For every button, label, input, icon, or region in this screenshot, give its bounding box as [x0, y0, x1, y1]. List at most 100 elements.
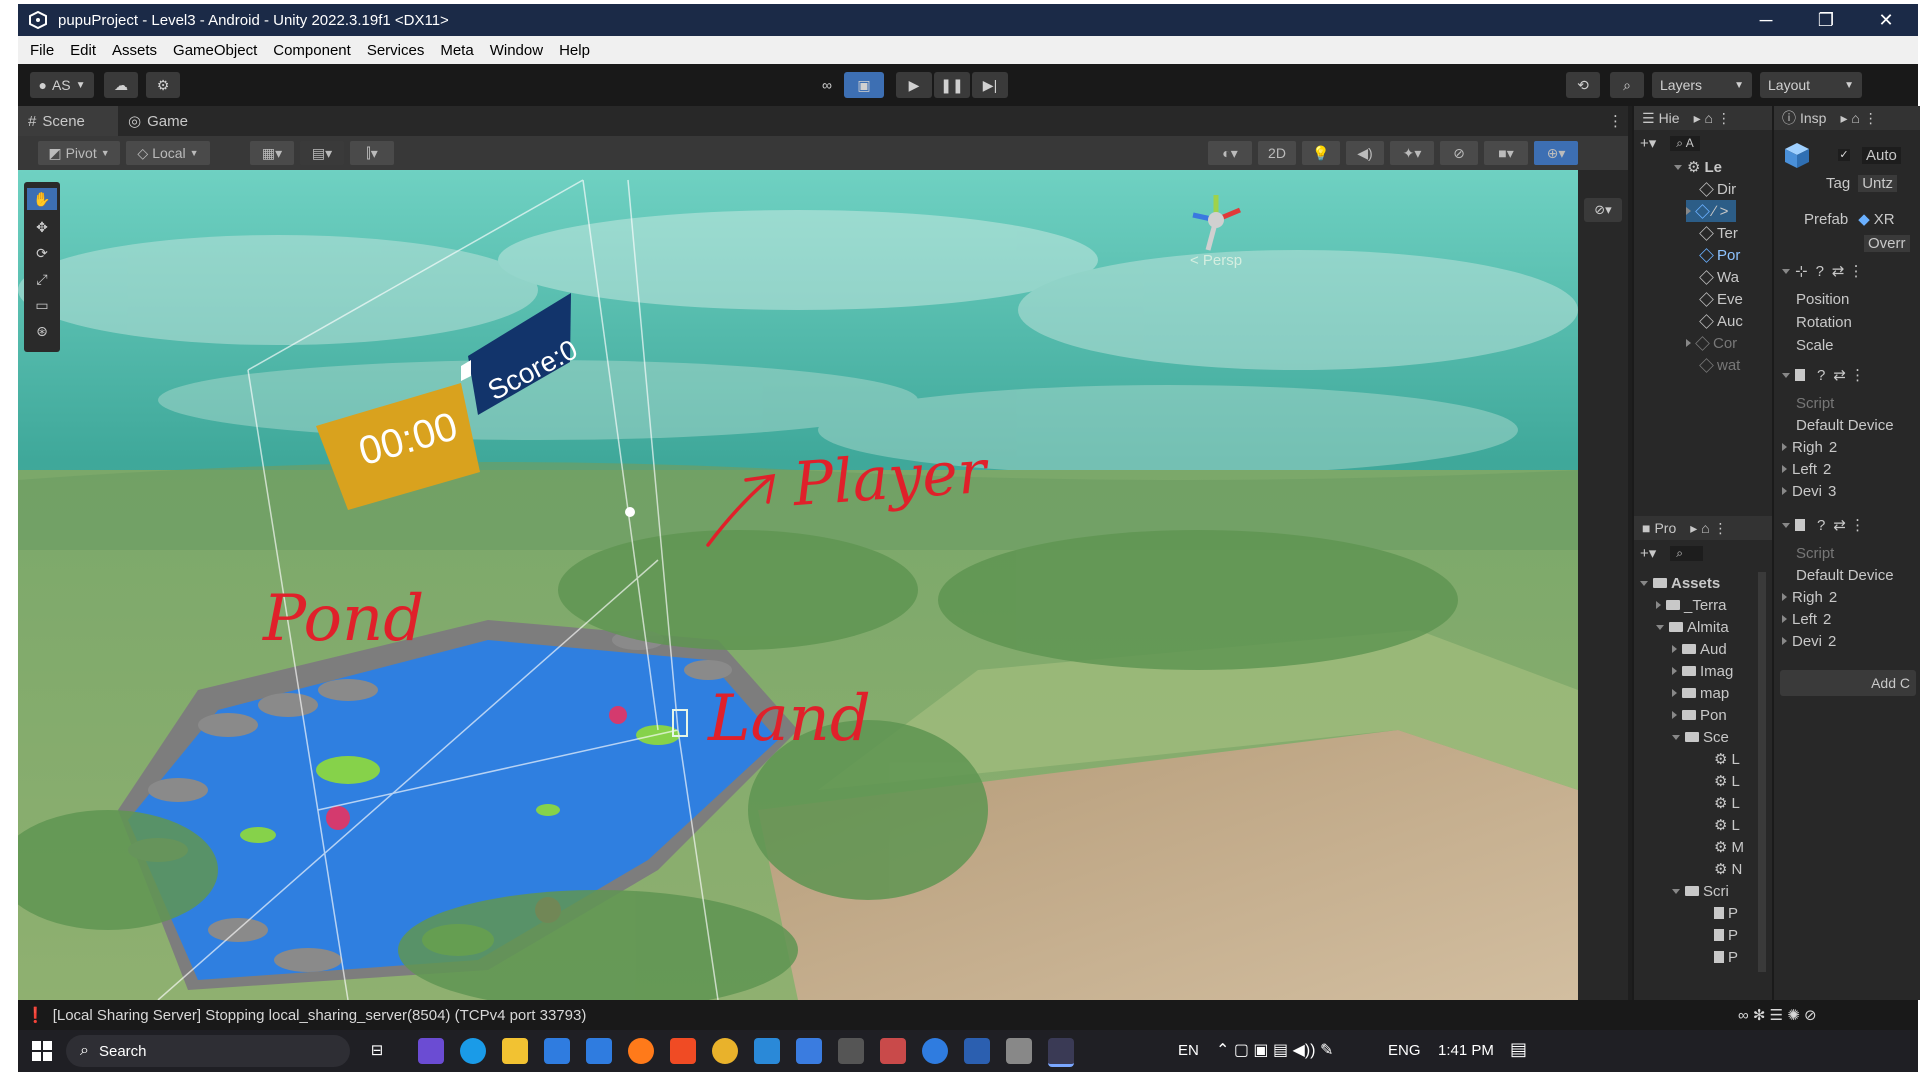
project-folder[interactable]: Pon: [1672, 704, 1727, 726]
persp-label[interactable]: < Persp: [1190, 252, 1242, 269]
field-value[interactable]: 2: [1829, 589, 1837, 606]
lock-icon[interactable]: ▸ ⌂ ⋮: [1694, 110, 1731, 127]
shading-mode-button[interactable]: ◐▾: [1208, 141, 1252, 165]
menu-services[interactable]: Services: [367, 42, 425, 59]
active-toggle[interactable]: ✓ Auto: [1838, 144, 1901, 166]
menu-gameobject[interactable]: GameObject: [173, 42, 257, 59]
collab-button[interactable]: ⚙: [146, 72, 180, 98]
restore-button[interactable]: ❐: [1800, 4, 1852, 36]
task-view-icon[interactable]: ⊟: [364, 1038, 390, 1064]
hierarchy-search-field[interactable]: ⌕ A: [1670, 135, 1700, 151]
project-folder[interactable]: Sce: [1672, 726, 1729, 748]
infinity-icon[interactable]: ∞: [812, 72, 842, 98]
scene-asset[interactable]: ⚙ L: [1714, 792, 1740, 814]
brave-app-icon[interactable]: [670, 1038, 696, 1064]
layout-dropdown[interactable]: Layout ▼: [1760, 72, 1862, 98]
console-status-message[interactable]: [Local Sharing Server] Stopping local_sh…: [53, 1007, 587, 1024]
scene-asset[interactable]: ⚙ N: [1714, 858, 1742, 880]
hierarchy-item-selected[interactable]: ∕ >: [1686, 200, 1737, 222]
tab-scene[interactable]: # Scene: [18, 106, 118, 136]
effects-button[interactable]: ✦▾: [1390, 141, 1434, 165]
menu-window[interactable]: Window: [490, 42, 543, 59]
project-search-field[interactable]: ⌕: [1670, 545, 1704, 561]
clock-time[interactable]: 1:41 PM: [1438, 1042, 1494, 1059]
hierarchy-item[interactable]: Dir: [1699, 178, 1736, 200]
overlay-menu-button[interactable]: ⊘▾: [1584, 198, 1622, 222]
layers-dropdown[interactable]: Layers ▼: [1652, 72, 1752, 98]
windows-start-icon[interactable]: [32, 1041, 52, 1061]
hierarchy-item[interactable]: Auc: [1699, 310, 1743, 332]
transform-header[interactable]: ⊹? ⇄ ⋮: [1782, 260, 1864, 282]
menu-component[interactable]: Component: [273, 42, 351, 59]
keyboard-layout[interactable]: ENG: [1388, 1042, 1421, 1059]
hierarchy-item[interactable]: Ter: [1699, 222, 1738, 244]
notification-icon[interactable]: ▤: [1510, 1039, 1527, 1060]
scene-asset[interactable]: ⚙ L: [1714, 814, 1740, 836]
local-dropdown[interactable]: ◇ Local ▼: [126, 141, 210, 165]
app-icon[interactable]: [880, 1038, 906, 1064]
tab-project[interactable]: Pro: [1654, 520, 1676, 536]
system-tray-icons[interactable]: ⌃ ▢ ▣ ▤ ◀)) ✎: [1216, 1040, 1333, 1060]
device-simulator-button[interactable]: ▣: [844, 72, 884, 98]
hand-tool-icon[interactable]: ✋: [27, 188, 57, 210]
minimize-button[interactable]: ─: [1740, 4, 1792, 36]
camera-settings-button[interactable]: ■▾: [1484, 141, 1528, 165]
mail-app-icon[interactable]: [586, 1038, 612, 1064]
tag-dropdown[interactable]: Untz: [1858, 174, 1898, 192]
app-icon[interactable]: [922, 1038, 948, 1064]
input-language[interactable]: EN: [1178, 1042, 1199, 1059]
menu-meta[interactable]: Meta: [440, 42, 473, 59]
search-button[interactable]: ⌕: [1610, 72, 1644, 98]
project-folder[interactable]: Imag: [1672, 660, 1733, 682]
project-assets-root[interactable]: Assets: [1640, 572, 1720, 594]
taskbar-search-box[interactable]: ⌕ Search: [66, 1035, 350, 1067]
component-field-device[interactable]: Devi 2: [1782, 630, 1836, 652]
move-tool-icon[interactable]: ✥: [27, 216, 57, 238]
hierarchy-item[interactable]: Wa: [1699, 266, 1739, 288]
script-asset[interactable]: P: [1714, 946, 1738, 968]
project-folder[interactable]: _Terra: [1656, 594, 1727, 616]
history-button[interactable]: ⟲: [1566, 72, 1600, 98]
word-app-icon[interactable]: [964, 1038, 990, 1064]
component-field-left[interactable]: Left 2: [1782, 608, 1831, 630]
field-value[interactable]: 2: [1823, 611, 1831, 628]
pause-button[interactable]: ❚❚: [934, 72, 970, 98]
pivot-dropdown[interactable]: ◩ Pivot ▼: [38, 141, 120, 165]
field-value[interactable]: 2: [1823, 461, 1831, 478]
todo-app-icon[interactable]: [796, 1038, 822, 1064]
component-header[interactable]: ? ⇄ ⋮: [1782, 514, 1865, 536]
script-asset[interactable]: P: [1714, 924, 1738, 946]
firefox-app-icon[interactable]: [628, 1038, 654, 1064]
project-folder[interactable]: Aud: [1672, 638, 1727, 660]
tab-hierarchy[interactable]: Hie: [1659, 110, 1680, 126]
menu-assets[interactable]: Assets: [112, 42, 157, 59]
overrides-dropdown[interactable]: Overr: [1864, 232, 1910, 254]
transform-tool-icon[interactable]: ⊛: [27, 320, 57, 342]
field-value[interactable]: 2: [1829, 439, 1837, 456]
add-component-button[interactable]: Add C: [1780, 670, 1916, 696]
menu-edit[interactable]: Edit: [70, 42, 96, 59]
account-dropdown[interactable]: ● AS ▼: [30, 72, 94, 98]
scene-asset[interactable]: ⚙ M: [1714, 836, 1744, 858]
unity-editor-app-icon[interactable]: [1048, 1038, 1074, 1067]
scene-viewport[interactable]: 00:00 Score:0 Player Pond Land < Persp ✋…: [18, 170, 1578, 1000]
hierarchy-scene-root[interactable]: ⚙ Le: [1674, 156, 1722, 178]
project-folder[interactable]: Almita: [1656, 616, 1729, 638]
lock-icon[interactable]: ▸ ⌂ ⋮: [1840, 110, 1877, 127]
component-header[interactable]: ? ⇄ ⋮: [1782, 364, 1865, 386]
project-scrollbar[interactable]: [1758, 572, 1766, 972]
object-name-field[interactable]: Auto: [1862, 146, 1901, 164]
copilot-app-icon[interactable]: [418, 1038, 444, 1064]
scene-asset[interactable]: ⚙ L: [1714, 748, 1740, 770]
component-field-left[interactable]: Left 2: [1782, 458, 1831, 480]
store-app-icon[interactable]: [544, 1038, 570, 1064]
grid-snap-button[interactable]: ▦▾: [250, 141, 294, 165]
add-icon[interactable]: +▾: [1640, 134, 1656, 152]
lock-icon[interactable]: ▸ ⌂ ⋮: [1690, 520, 1727, 537]
terminal-app-icon[interactable]: [838, 1038, 864, 1064]
hidden-objects-button[interactable]: ⊘: [1440, 141, 1478, 165]
cloud-button[interactable]: ☁: [104, 72, 138, 98]
prefab-value[interactable]: XR: [1874, 211, 1895, 228]
component-field-right[interactable]: Righ 2: [1782, 436, 1837, 458]
toggle-2d-button[interactable]: 2D: [1258, 141, 1296, 165]
